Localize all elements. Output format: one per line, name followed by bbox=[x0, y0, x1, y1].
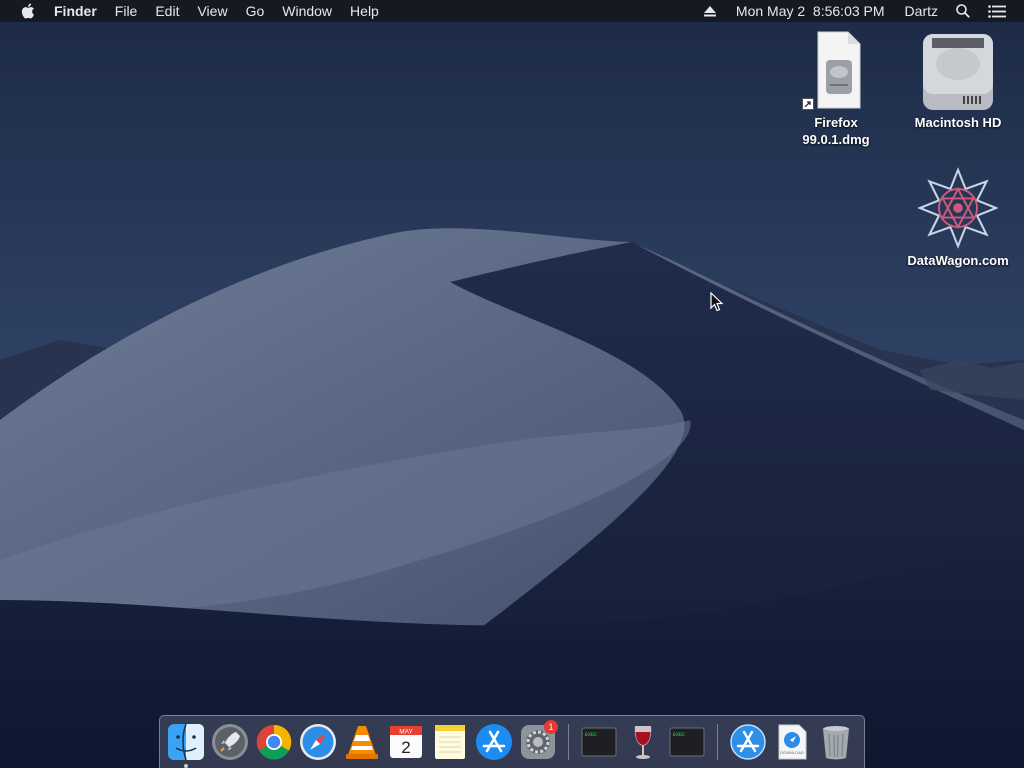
hard-drive-icon bbox=[918, 30, 998, 110]
dock-calendar[interactable]: MAY 2 bbox=[384, 720, 428, 764]
exec-label: EXEC bbox=[585, 732, 597, 738]
mouse-cursor-icon bbox=[710, 292, 724, 312]
dock-terminal-exec-2[interactable]: EXEC bbox=[665, 720, 709, 764]
disk-image-file-icon bbox=[796, 30, 876, 110]
exec-label: EXEC bbox=[673, 732, 685, 738]
calendar-day: 2 bbox=[401, 738, 410, 757]
desktop[interactable]: Finder File Edit View Go Window Help Mon… bbox=[0, 0, 1024, 768]
dock-separator bbox=[717, 724, 718, 760]
downloads-stack-icon: DOWNLOAD bbox=[778, 724, 807, 760]
menu-help[interactable]: Help bbox=[341, 0, 388, 22]
calendar-icon: MAY 2 bbox=[390, 726, 422, 758]
notification-center-icon[interactable] bbox=[982, 0, 1012, 22]
safari-icon bbox=[300, 724, 336, 760]
desktop-icon-label: DataWagon.com bbox=[907, 253, 1009, 268]
calendar-month: MAY bbox=[399, 729, 413, 736]
spotlight-search-icon[interactable] bbox=[950, 0, 982, 22]
vlc-icon bbox=[346, 726, 378, 759]
notification-badge: 1 bbox=[544, 720, 558, 734]
dock-terminal-exec[interactable]: EXEC bbox=[577, 720, 621, 764]
dock-safari[interactable] bbox=[296, 720, 340, 764]
launchpad-icon bbox=[212, 724, 248, 760]
dock-wine[interactable] bbox=[621, 720, 665, 764]
dock: MAY 2 1 EXEC EXEC DOWNLOAD bbox=[159, 715, 865, 768]
wine-icon bbox=[634, 726, 652, 759]
menu-user[interactable]: Dartz bbox=[899, 0, 950, 22]
dock-launchpad[interactable] bbox=[208, 720, 252, 764]
desktop-icon-macintosh-hd[interactable]: Macintosh HD bbox=[906, 30, 1010, 131]
alias-arrow-icon bbox=[802, 98, 814, 110]
dock-applications[interactable] bbox=[726, 720, 770, 764]
downloads-label: DOWNLOAD bbox=[780, 750, 804, 755]
dock-downloads[interactable]: DOWNLOAD bbox=[770, 720, 814, 764]
dock-finder[interactable] bbox=[164, 720, 208, 768]
chrome-icon bbox=[256, 724, 292, 760]
desktop-icon-datawagon[interactable]: DataWagon.com bbox=[906, 167, 1010, 269]
menu-edit[interactable]: Edit bbox=[146, 0, 188, 22]
notes-icon bbox=[435, 725, 465, 759]
dock-system-preferences[interactable]: 1 bbox=[516, 720, 560, 764]
desktop-icon-label: Firefox 99.0.1.dmg bbox=[802, 115, 870, 147]
app-store-icon bbox=[476, 724, 512, 760]
applications-folder-icon bbox=[730, 724, 766, 760]
terminal-exec-icon: EXEC bbox=[581, 727, 617, 757]
dock-trash[interactable] bbox=[814, 720, 858, 764]
dock-separator bbox=[568, 724, 569, 760]
dock-notes[interactable] bbox=[428, 720, 472, 764]
datawagon-logo-icon bbox=[918, 167, 998, 249]
dock-app-store[interactable] bbox=[472, 720, 516, 764]
menu-file[interactable]: File bbox=[106, 0, 147, 22]
menu-window[interactable]: Window bbox=[273, 0, 341, 22]
apple-logo-icon[interactable] bbox=[18, 0, 38, 22]
dock-vlc[interactable] bbox=[340, 720, 384, 764]
menu-go[interactable]: Go bbox=[237, 0, 274, 22]
eject-icon[interactable] bbox=[698, 0, 730, 22]
terminal-exec-icon: EXEC bbox=[669, 727, 705, 757]
menu-view[interactable]: View bbox=[188, 0, 236, 22]
dock-chrome[interactable] bbox=[252, 720, 296, 764]
desktop-icon-label: Macintosh HD bbox=[914, 115, 1002, 130]
desktop-icon-firefox-dmg[interactable]: Firefox 99.0.1.dmg bbox=[784, 30, 888, 148]
running-indicator bbox=[184, 764, 188, 768]
trash-icon bbox=[823, 726, 849, 760]
menu-bar: Finder File Edit View Go Window Help Mon… bbox=[0, 0, 1024, 22]
menu-app-finder[interactable]: Finder bbox=[54, 0, 106, 22]
menu-clock[interactable]: Mon May 2 8:56:03 PM bbox=[730, 0, 899, 22]
finder-icon bbox=[168, 723, 204, 761]
